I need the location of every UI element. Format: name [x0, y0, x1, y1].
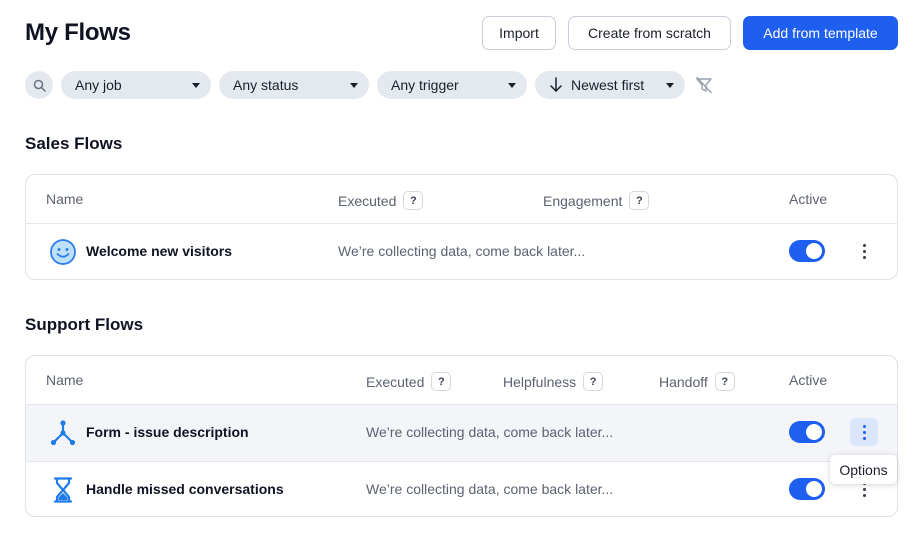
active-toggle[interactable]	[789, 240, 825, 262]
column-active: Active	[789, 191, 828, 207]
active-toggle[interactable]	[789, 421, 825, 443]
smiley-face-icon	[50, 239, 76, 265]
chevron-down-icon	[350, 83, 358, 88]
collecting-data-text: We’re collecting data, come back later..…	[366, 424, 614, 440]
arrow-down-icon	[550, 77, 562, 92]
flow-name[interactable]: Form - issue description	[86, 424, 249, 440]
options-tooltip: Options	[830, 455, 897, 484]
executed-help-icon[interactable]: ?	[431, 372, 452, 391]
trigger-filter-dropdown[interactable]: Any trigger	[377, 71, 527, 99]
helpfulness-help-icon[interactable]: ?	[583, 372, 604, 391]
table-row[interactable]: Welcome new visitors We’re collecting da…	[26, 224, 897, 279]
column-executed: Executed ?	[366, 372, 452, 391]
options-button[interactable]	[850, 418, 878, 446]
status-filter-value: Any status	[233, 77, 299, 93]
table-header: Name Executed ? Helpfulness ? Handoff ? …	[26, 356, 897, 405]
engagement-help-icon[interactable]: ?	[629, 191, 650, 210]
sales-flows-table: Name Executed ? Engagement ? Active Welc…	[25, 174, 898, 280]
search-button[interactable]	[25, 71, 53, 99]
collecting-data-text: We’re collecting data, come back later..…	[338, 243, 586, 259]
hourglass-icon	[53, 477, 73, 503]
sort-dropdown[interactable]: Newest first	[535, 71, 685, 99]
kebab-menu-icon	[862, 424, 866, 440]
page-title: My Flows	[25, 19, 131, 46]
kebab-menu-icon	[862, 243, 866, 259]
column-executed: Executed ?	[338, 191, 424, 210]
column-handoff: Handoff ?	[659, 372, 735, 391]
table-row[interactable]: Handle missed conversations We’re collec…	[26, 461, 897, 516]
column-name: Name	[46, 372, 84, 388]
job-filter-dropdown[interactable]: Any job	[61, 71, 211, 99]
create-from-scratch-button[interactable]: Create from scratch	[568, 16, 731, 50]
flow-name[interactable]: Welcome new visitors	[86, 243, 232, 259]
column-helpfulness: Helpfulness ?	[503, 372, 604, 391]
branch-split-icon	[50, 420, 76, 446]
support-flows-title: Support Flows	[25, 315, 144, 334]
search-icon	[33, 79, 46, 92]
sales-flows-title: Sales Flows	[25, 134, 123, 153]
executed-help-icon[interactable]: ?	[403, 191, 424, 210]
chevron-down-icon	[508, 83, 516, 88]
table-header: Name Executed ? Engagement ? Active	[26, 175, 897, 224]
flow-name[interactable]: Handle missed conversations	[86, 481, 284, 497]
support-flows-table: Name Executed ? Helpfulness ? Handoff ? …	[25, 355, 898, 517]
sort-value: Newest first	[571, 77, 645, 93]
status-filter-dropdown[interactable]: Any status	[219, 71, 369, 99]
column-name: Name	[46, 191, 84, 207]
column-engagement: Engagement ?	[543, 191, 650, 210]
table-row[interactable]: Form - issue description We’re collectin…	[26, 405, 897, 461]
active-toggle[interactable]	[789, 478, 825, 500]
job-filter-value: Any job	[75, 77, 122, 93]
trigger-filter-value: Any trigger	[391, 77, 459, 93]
add-from-template-button[interactable]: Add from template	[743, 16, 898, 50]
collecting-data-text: We’re collecting data, come back later..…	[366, 481, 614, 497]
options-button[interactable]	[850, 237, 878, 265]
handoff-help-icon[interactable]: ?	[714, 372, 735, 391]
import-button[interactable]: Import	[482, 16, 556, 50]
clear-filter-icon[interactable]	[695, 76, 713, 94]
chevron-down-icon	[666, 83, 674, 88]
column-active: Active	[789, 372, 828, 388]
chevron-down-icon	[192, 83, 200, 88]
